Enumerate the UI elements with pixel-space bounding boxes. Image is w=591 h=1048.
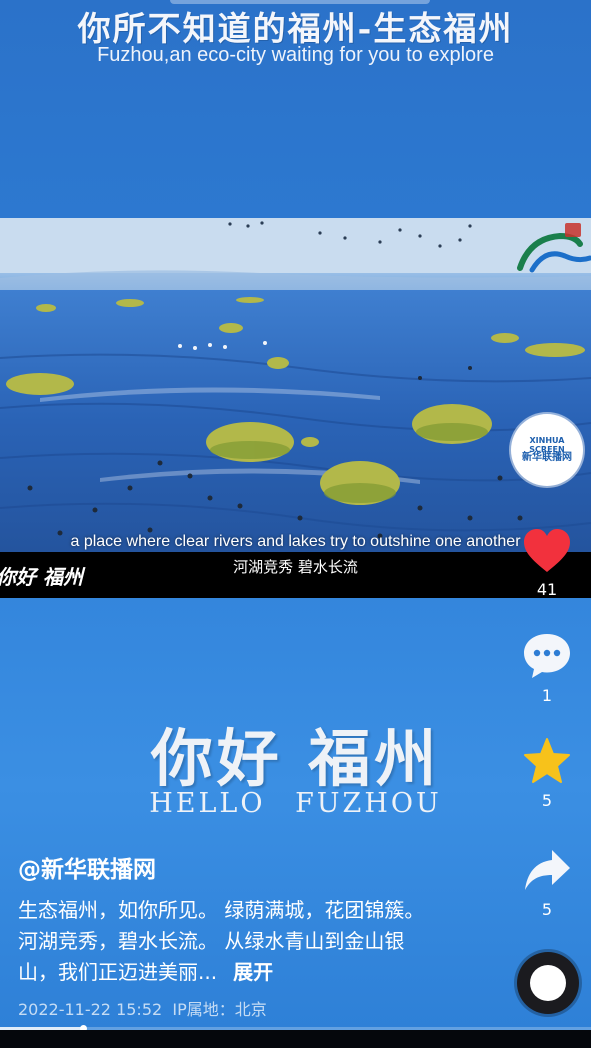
comment-count: 1 xyxy=(541,686,553,705)
share-button[interactable]: 5 xyxy=(517,848,577,919)
like-count: 41 xyxy=(536,580,558,599)
share-count: 5 xyxy=(541,900,553,919)
video-title-zh: 你所不知道的福州-生态福州 xyxy=(77,9,514,48)
post-location: IP属地：北京 xyxy=(172,1000,267,1019)
expand-button[interactable]: 展开 xyxy=(233,960,273,984)
heart-icon xyxy=(524,529,570,572)
post-description: 生态福州，如你所见。 绿荫满城，花团锦簇。 河湖竞秀，碧水长流。 从绿水青山到金… xyxy=(18,895,438,988)
hello-fuzhou-zh: 你好 福州 xyxy=(150,722,441,795)
video-frame[interactable] xyxy=(0,218,591,552)
comment-button[interactable]: 1 xyxy=(517,632,577,705)
post-timestamp: 2022-11-22 15:52 xyxy=(18,1000,163,1019)
author-avatar[interactable]: XINHUA SCREEN 新华联播网 xyxy=(511,414,583,486)
music-disc-cover xyxy=(530,965,566,1001)
corner-logo-text: 你好 福州 xyxy=(0,565,83,589)
favorite-count: 5 xyxy=(541,791,553,810)
hello-fuzhou-en: HELLO FUZHOU xyxy=(149,788,442,819)
author-name[interactable]: @新华联播网 xyxy=(18,850,156,884)
post-description-text: 生态福州，如你所见。 绿荫满城，花团锦簇。 河湖竞秀，碧水长流。 从绿水青山到金… xyxy=(18,898,425,984)
video-title-en: Fuzhou,an eco-city waiting for you to ex… xyxy=(97,44,494,66)
subtitle-en: a place where clear rivers and lakes try… xyxy=(70,533,521,550)
music-disc[interactable] xyxy=(517,952,579,1014)
share-arrow-icon xyxy=(525,850,570,890)
star-icon xyxy=(524,738,570,783)
like-button[interactable]: 41 xyxy=(517,528,577,599)
bottom-system-bar xyxy=(0,1030,591,1048)
favorite-button[interactable]: 5 xyxy=(517,737,577,810)
subtitle-zh: 河湖竞秀 碧水长流 xyxy=(233,558,358,576)
post-meta: 2022-11-22 15:52 IP属地：北京 xyxy=(18,996,267,1020)
avatar-brand-zh: 新华联播网 xyxy=(522,452,572,463)
lake-scene xyxy=(0,218,591,552)
comment-icon xyxy=(524,634,570,678)
